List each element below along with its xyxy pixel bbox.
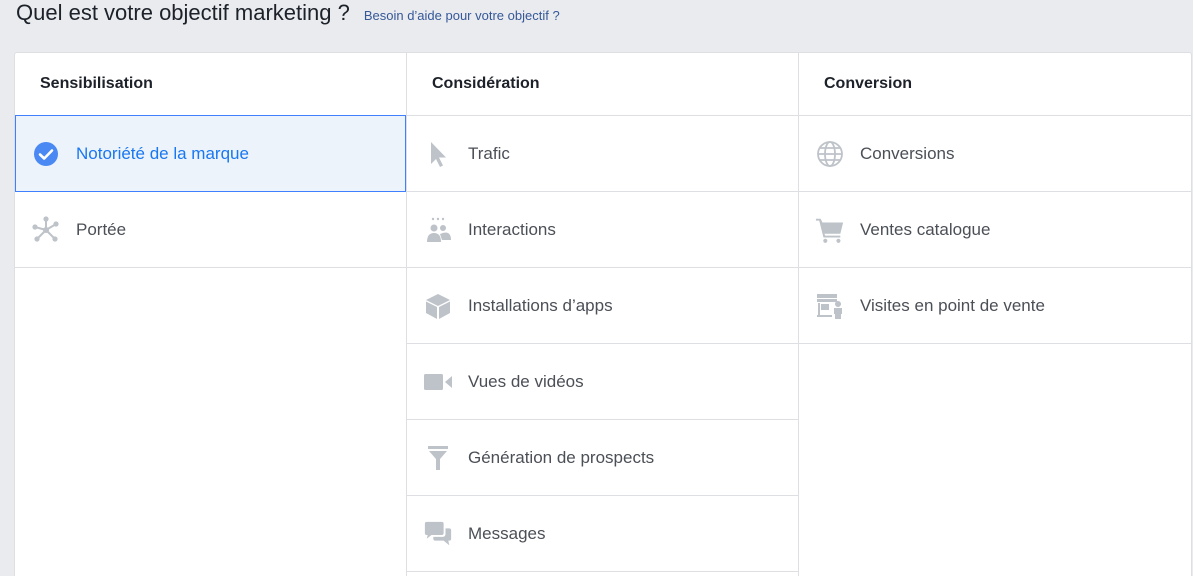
objective-generation-prospects[interactable]: Génération de prospects	[407, 420, 798, 496]
objective-trafic[interactable]: Trafic	[407, 116, 798, 192]
column-conversion: Conversion Conversions Ventes catalogue	[799, 53, 1191, 576]
objective-installations[interactable]: Installations d’apps	[407, 268, 798, 344]
objective-label: Installations d’apps	[468, 295, 613, 315]
globe-icon	[815, 139, 845, 169]
objective-conversions[interactable]: Conversions	[799, 116, 1191, 192]
objective-vues-videos[interactable]: Vues de vidéos	[407, 344, 798, 420]
objective-label: Conversions	[860, 143, 955, 163]
objective-messages[interactable]: Messages	[407, 496, 798, 572]
page-title: Quel est votre objectif marketing ?	[16, 0, 350, 25]
objective-label: Visites en point de vente	[860, 295, 1045, 315]
column-header: Considération	[407, 53, 798, 116]
objective-label: Notoriété de la marque	[76, 143, 249, 163]
shopping-cart-icon	[815, 215, 845, 245]
column-consideration: Considération Trafic Interactions Instal…	[407, 53, 799, 576]
column-header: Sensibilisation	[15, 53, 406, 116]
chat-bubbles-icon	[423, 519, 453, 549]
column-header: Conversion	[799, 53, 1191, 116]
objective-label: Vues de vidéos	[468, 371, 584, 391]
column-sensibilisation: Sensibilisation Notoriété de la marque P…	[15, 53, 407, 576]
store-icon	[815, 291, 845, 321]
people-icon	[423, 215, 453, 245]
box-icon	[423, 291, 453, 321]
funnel-icon	[423, 443, 453, 473]
check-circle-icon	[31, 139, 61, 169]
video-camera-icon	[423, 367, 453, 397]
objective-interactions[interactable]: Interactions	[407, 192, 798, 268]
objective-notoriete[interactable]: Notoriété de la marque	[15, 115, 406, 192]
objective-portee[interactable]: Portée	[15, 192, 406, 268]
page-header: Quel est votre objectif marketing ? Beso…	[16, 0, 560, 30]
objective-label: Interactions	[468, 219, 556, 239]
objective-label: Trafic	[468, 143, 510, 163]
objective-label: Ventes catalogue	[860, 219, 991, 239]
objective-label: Génération de prospects	[468, 447, 655, 467]
reach-icon	[31, 215, 61, 245]
objective-ventes-catalogue[interactable]: Ventes catalogue	[799, 192, 1191, 268]
cursor-icon	[423, 139, 453, 169]
objective-label: Portée	[76, 219, 127, 239]
objective-label: Messages	[468, 523, 546, 543]
objective-panel: Sensibilisation Notoriété de la marque P…	[14, 52, 1192, 576]
objective-visites-point-vente[interactable]: Visites en point de vente	[799, 268, 1191, 344]
help-link[interactable]: Besoin d’aide pour votre objectif ?	[364, 8, 560, 23]
